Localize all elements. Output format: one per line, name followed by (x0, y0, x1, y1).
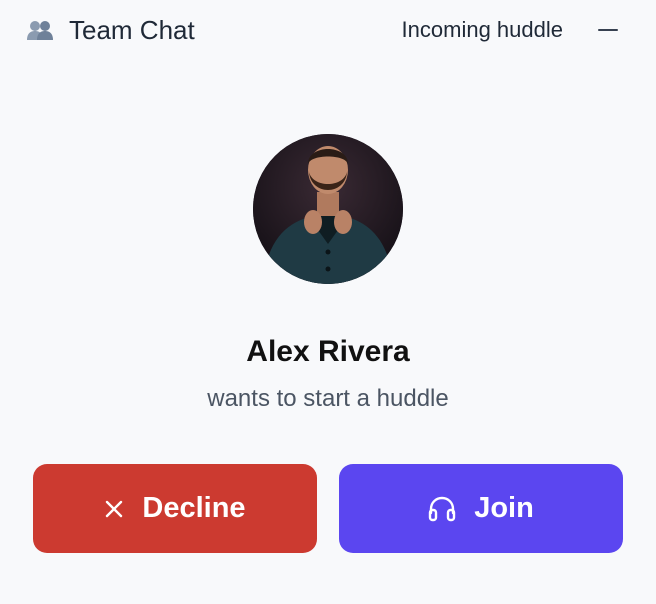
title-bar: Team Chat Incoming huddle (0, 0, 656, 62)
headphones-icon (428, 496, 456, 522)
join-label: Join (474, 492, 534, 524)
decline-label: Decline (142, 492, 246, 524)
minimize-icon (598, 29, 618, 31)
caller-subtitle: wants to start a huddle (207, 385, 449, 412)
join-button[interactable]: Join (339, 464, 623, 553)
app-title: Team Chat (69, 15, 195, 45)
call-status: Incoming huddle (401, 17, 563, 42)
caller-name: Alex Rivera (246, 335, 410, 368)
huddle-window: Team Chat Incoming huddle Alex Rivera wa… (0, 0, 656, 604)
close-icon (104, 499, 124, 519)
decline-button[interactable]: Decline (33, 464, 317, 553)
minimize-button[interactable] (592, 18, 624, 42)
people-icon (26, 18, 54, 42)
avatar (253, 134, 403, 284)
